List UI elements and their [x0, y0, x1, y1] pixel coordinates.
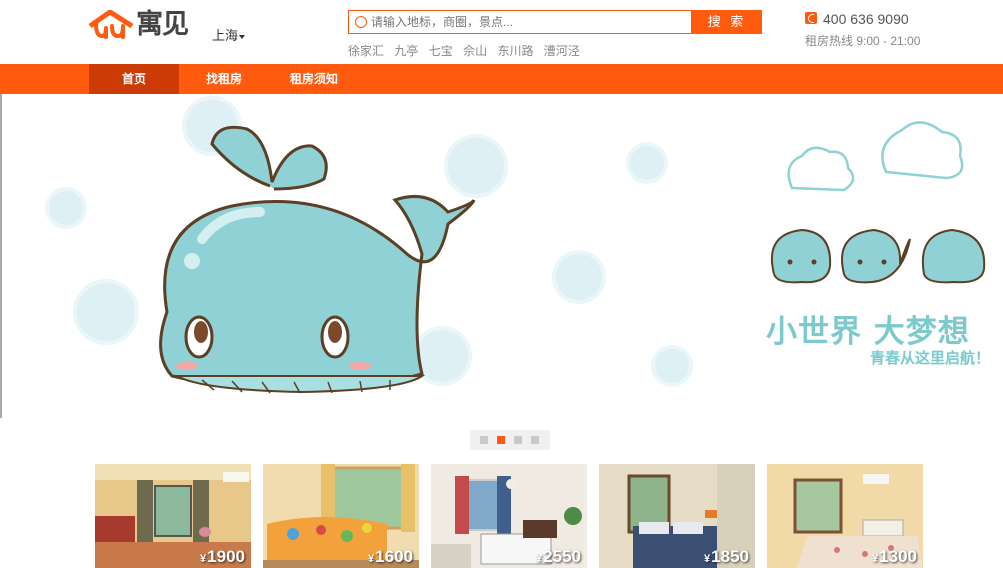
listing-grid: ¥1900 ¥1600 ¥2550 ¥1850 ¥1300	[95, 464, 925, 568]
city-label: 上海	[212, 28, 239, 43]
currency-symbol: ¥	[368, 553, 375, 565]
price-value: 2550	[543, 547, 581, 566]
hot-link[interactable]: 九亭	[394, 44, 418, 58]
listing-card[interactable]: ¥2550	[431, 464, 587, 568]
hero-banner[interactable]: 小世界 大梦想 青春从这里启航！	[0, 94, 1003, 418]
carousel-dot[interactable]	[531, 436, 539, 444]
whale-illustration	[45, 96, 986, 394]
banner-slogan: 小世界 大梦想	[766, 314, 970, 350]
price-value: 1900	[207, 547, 245, 566]
price-value: 1300	[879, 547, 917, 566]
house-logo-icon	[88, 10, 134, 39]
city-selector[interactable]: 上海	[212, 25, 246, 44]
carousel-indicators	[470, 430, 550, 450]
hot-link[interactable]: 七宝	[429, 44, 453, 58]
currency-symbol: ¥	[536, 553, 543, 565]
nav-item-home[interactable]: 首页	[89, 64, 179, 94]
banner-subslogan: 青春从这里启航！	[870, 350, 991, 367]
site-header: 寓见 上海 搜 索 徐家汇 九亭 七宝 佘山 东川路 漕河泾 400 636 9…	[0, 0, 1003, 64]
chevron-down-icon	[239, 34, 246, 39]
phone-icon	[805, 12, 817, 24]
search-input[interactable]	[371, 13, 681, 31]
listing-card[interactable]: ¥1850	[599, 464, 755, 568]
currency-symbol: ¥	[872, 553, 879, 565]
hot-search-links: 徐家汇 九亭 七宝 佘山 东川路 漕河泾	[348, 42, 587, 59]
search-button[interactable]: 搜 索	[692, 10, 762, 34]
listing-card[interactable]: ¥1900	[95, 464, 251, 568]
listing-price: ¥1850	[704, 547, 749, 567]
listing-price: ¥1600	[368, 547, 413, 567]
hot-link[interactable]: 徐家汇	[348, 44, 384, 58]
search-icon	[355, 16, 367, 28]
hot-link[interactable]: 漕河泾	[544, 44, 580, 58]
price-value: 1600	[375, 547, 413, 566]
search-bar: 搜 索	[348, 10, 762, 34]
main-nav: 首页 找租房 租房须知	[0, 64, 1003, 94]
hotline-number: 400 636 9090	[823, 11, 909, 27]
listing-price: ¥1900	[200, 547, 245, 567]
currency-symbol: ¥	[200, 553, 207, 565]
carousel-dot[interactable]	[514, 436, 522, 444]
listing-card[interactable]: ¥1300	[767, 464, 923, 568]
hot-link[interactable]: 佘山	[463, 44, 487, 58]
listing-price: ¥2550	[536, 547, 581, 567]
price-value: 1850	[711, 547, 749, 566]
currency-symbol: ¥	[704, 553, 711, 565]
carousel-dot[interactable]	[480, 436, 488, 444]
listing-price: ¥1300	[872, 547, 917, 567]
carousel-dot-active[interactable]	[497, 436, 505, 444]
hot-link[interactable]: 东川路	[497, 44, 533, 58]
listing-card[interactable]: ¥1600	[263, 464, 419, 568]
nav-item-rental-guide[interactable]: 租房须知	[269, 64, 359, 94]
site-logo[interactable]: 寓见	[88, 8, 200, 44]
hotline-hours: 租房热线 9:00 - 21:00	[805, 34, 921, 48]
search-box	[348, 10, 692, 34]
nav-item-find-rental[interactable]: 找租房	[179, 64, 269, 94]
logo-text: 寓见	[136, 9, 189, 40]
